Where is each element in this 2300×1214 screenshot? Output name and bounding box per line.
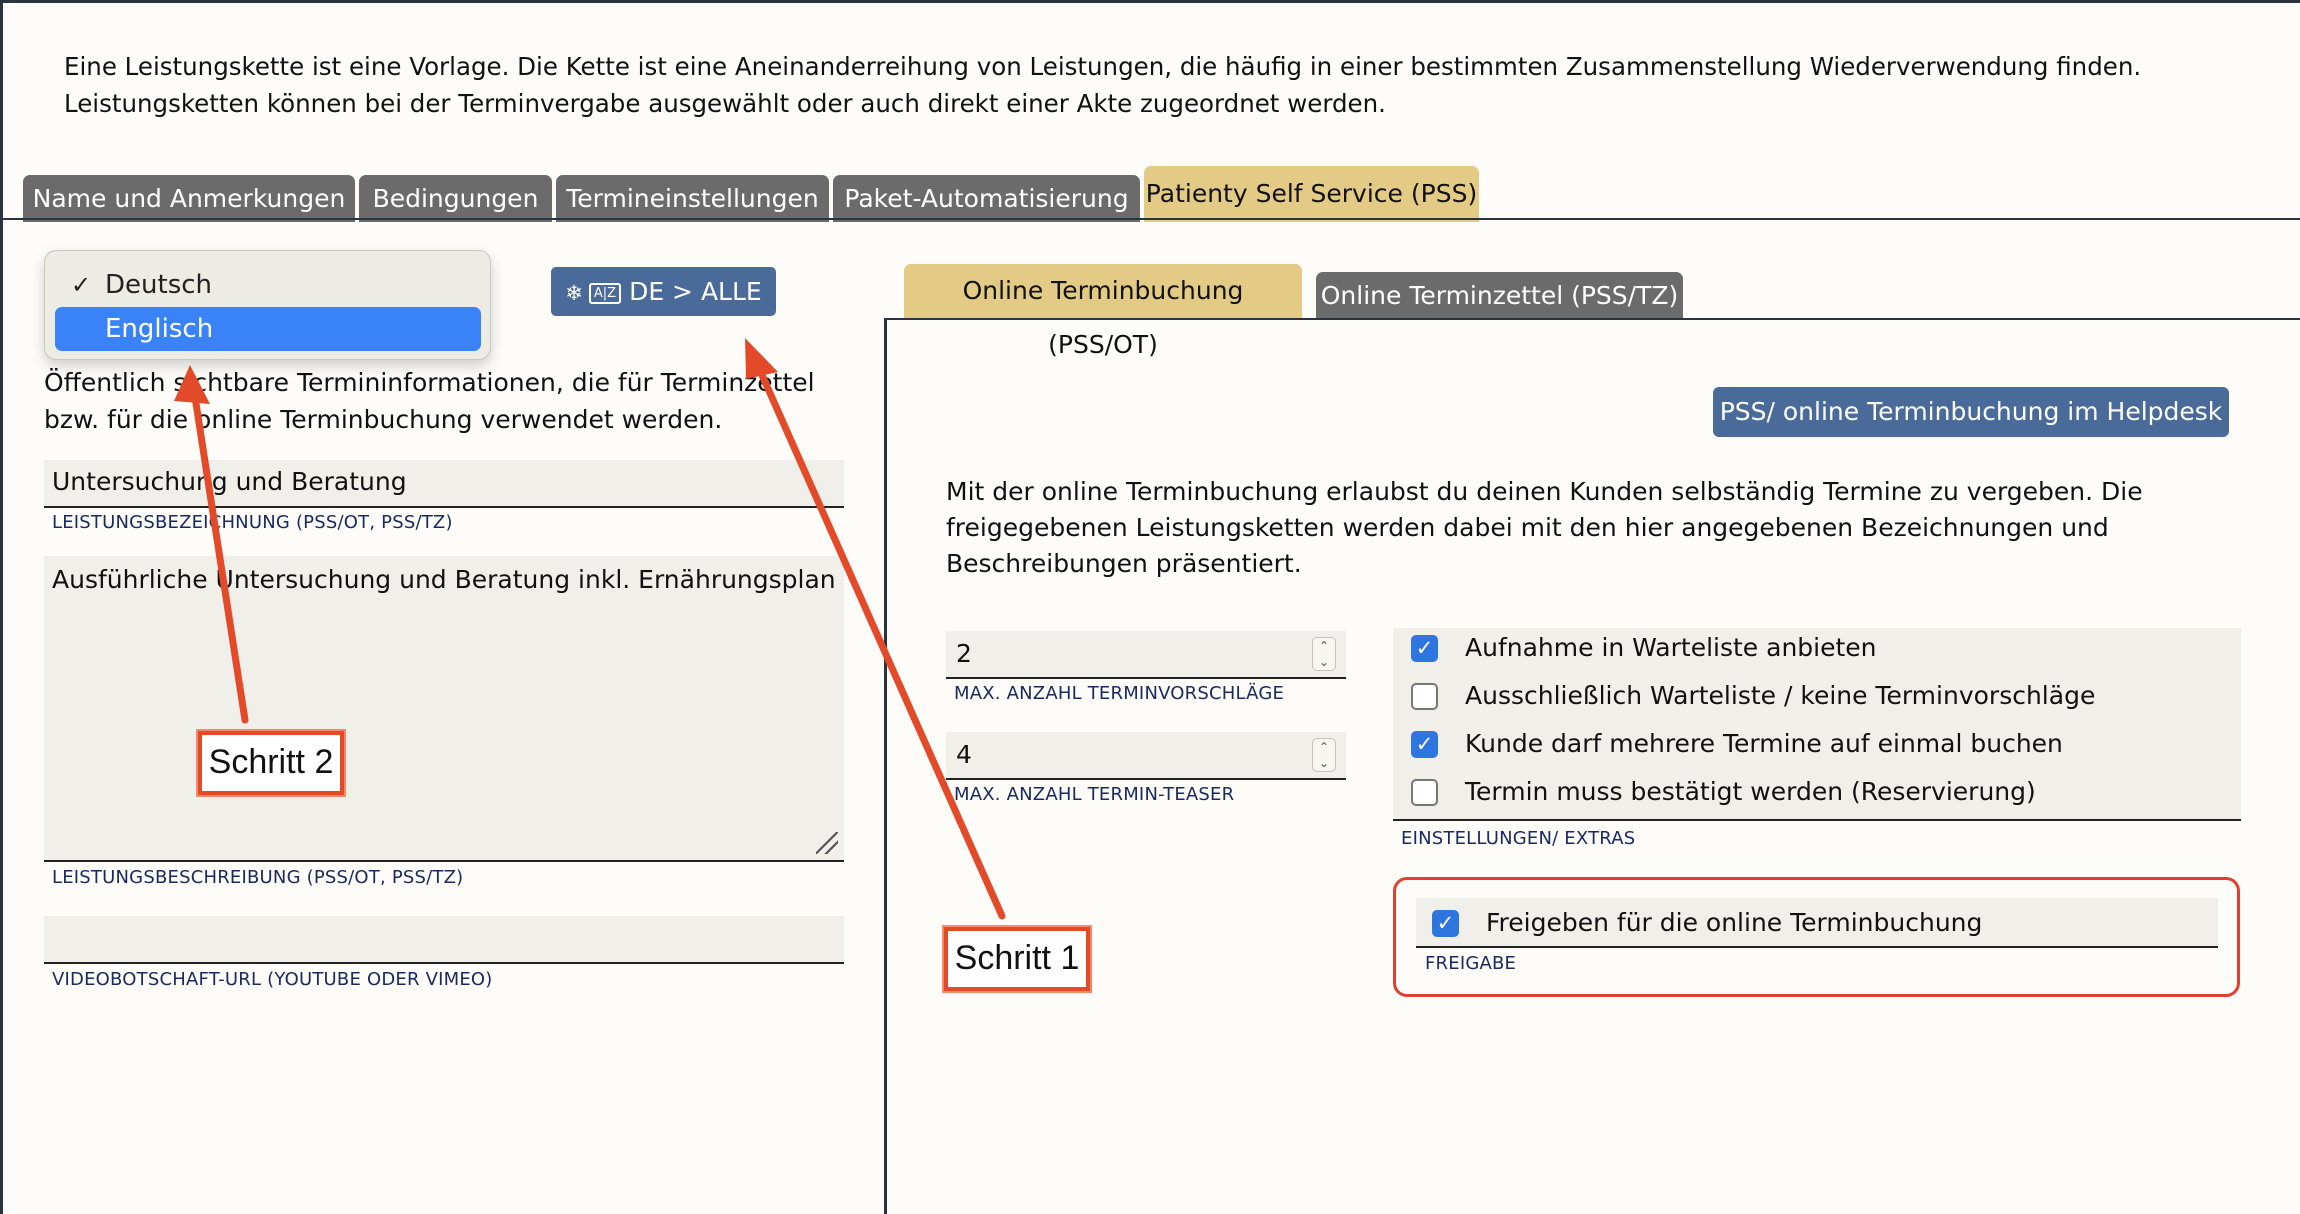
checkbox-unchecked[interactable]	[1411, 779, 1438, 806]
service-name-label: LEISTUNGSBEZEICHNUNG (PSS/OT, PSS/TZ)	[52, 512, 453, 533]
tab-paket-automatisierung[interactable]: Paket-Automatisierung	[833, 175, 1140, 222]
checkmark-icon: ✓	[71, 271, 92, 299]
tab-termineinstellungen[interactable]: Termineinstellungen	[556, 175, 829, 222]
stepper-arrows-icon[interactable]: ⌃ ⌄	[1312, 738, 1336, 772]
checkbox-checked[interactable]: ✓	[1411, 731, 1438, 758]
max-suggestions-stepper[interactable]: 2 ⌃ ⌄	[946, 631, 1346, 679]
translate-az-icon: A|Z	[588, 283, 622, 304]
release-field: ✓ Freigeben für die online Terminbuchung	[1416, 898, 2218, 948]
option-label: Termin muss bestätigt werden (Reservieru…	[1465, 777, 2036, 806]
window-top-border	[0, 0, 2300, 3]
translate-all-button[interactable]: ❄ A|Z DE > ALLE	[551, 267, 776, 316]
release-highlight-box: ✓ Freigeben für die online Terminbuchung…	[1393, 877, 2240, 997]
online-booking-description: Mit der online Terminbuchung erlaubst du…	[946, 477, 2143, 578]
tab-name-und-anmerkungen[interactable]: Name und Anmerkungen	[23, 175, 355, 222]
service-name-input[interactable]: Untersuchung und Beratung	[44, 460, 844, 508]
service-description-label: LEISTUNGSBESCHREIBUNG (PSS/OT, PSS/TZ)	[52, 867, 464, 888]
subtab-online-terminbuchung[interactable]: Online Terminbuchung (PSS/OT)	[904, 264, 1302, 359]
option-label: Kunde darf mehrere Termine auf einmal bu…	[1465, 729, 2063, 758]
intro-text: Eine Leistungskette ist eine Vorlage. Di…	[64, 52, 2142, 118]
public-info-description: Öffentlich sichtbare Termininformationen…	[44, 368, 815, 434]
tab-bedingungen[interactable]: Bedingungen	[359, 175, 552, 222]
settings-checkbox-group: ✓ Aufnahme in Warteliste anbieten Aussch…	[1393, 628, 2241, 821]
subtab-online-terminzettel[interactable]: Online Terminzettel (PSS/TZ)	[1316, 272, 1683, 319]
translate-button-label: DE > ALLE	[629, 277, 762, 306]
video-url-input[interactable]	[44, 916, 844, 964]
service-description-text: Ausführliche Untersuchung und Beratung i…	[52, 565, 836, 594]
max-suggestions-label: MAX. ANZAHL TERMINVORSCHLÄGE	[954, 683, 1285, 704]
settings-label: EINSTELLUNGEN/ EXTRAS	[1401, 828, 1636, 849]
helpdesk-button[interactable]: PSS/ online Terminbuchung im Helpdesk	[1713, 387, 2229, 437]
language-option-label: Englisch	[105, 314, 214, 344]
option-label: Ausschließlich Warteliste / keine Termin…	[1465, 681, 2096, 710]
language-option-deutsch[interactable]: ✓ Deutsch	[55, 263, 481, 307]
snowflake-icon: ❄	[565, 281, 583, 305]
option-label: Aufnahme in Warteliste anbieten	[1465, 633, 1877, 662]
main-tab-bar: Name und Anmerkungen Bedingungen Termine…	[0, 162, 2300, 222]
checkbox-checked[interactable]: ✓	[1432, 910, 1459, 937]
checkbox-checked[interactable]: ✓	[1411, 635, 1438, 662]
stepper-arrows-icon[interactable]: ⌃ ⌄	[1312, 637, 1336, 671]
language-dropdown-menu: ✓ Deutsch Englisch	[44, 250, 491, 360]
release-label: FREIGABE	[1425, 953, 1517, 974]
callout-step-1: Schritt 1	[944, 927, 1090, 991]
resize-grip-icon[interactable]	[816, 832, 838, 854]
callout-step-2: Schritt 2	[198, 731, 344, 795]
checkbox-unchecked[interactable]	[1411, 683, 1438, 710]
service-description-textarea[interactable]: Ausführliche Untersuchung und Beratung i…	[44, 556, 844, 862]
max-teaser-label: MAX. ANZAHL TERMIN-TEASER	[954, 784, 1235, 805]
language-option-englisch[interactable]: Englisch	[55, 307, 481, 351]
option-label: Freigeben für die online Terminbuchung	[1486, 908, 1983, 937]
video-url-label: VIDEOBOTSCHAFT-URL (YOUTUBE ODER VIMEO)	[52, 969, 493, 990]
max-teaser-stepper[interactable]: 4 ⌃ ⌄	[946, 732, 1346, 780]
tab-bar-divider	[0, 218, 2300, 220]
language-option-label: Deutsch	[105, 270, 213, 300]
tab-patienty-self-service[interactable]: Patienty Self Service (PSS)	[1144, 166, 1479, 222]
max-teaser-value: 4	[956, 740, 972, 769]
max-suggestions-value: 2	[956, 639, 972, 668]
